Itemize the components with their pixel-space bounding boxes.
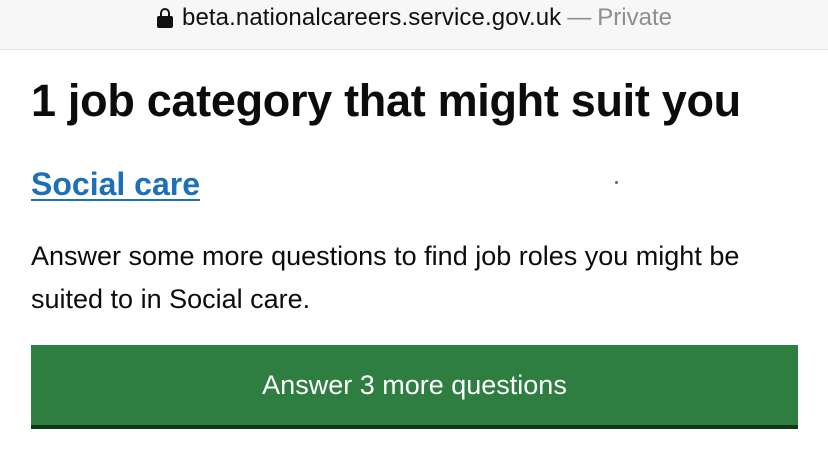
- category-description: Answer some more questions to find job r…: [31, 241, 740, 314]
- address-bar[interactable]: beta.nationalcareers.service.gov.uk — Pr…: [0, 0, 828, 50]
- category-link-social-care[interactable]: Social care: [31, 164, 200, 204]
- url-domain: beta.nationalcareers.service.gov.uk: [182, 4, 562, 31]
- page-title: 1 job category that might suit you: [31, 75, 741, 126]
- private-mode-label: Private: [597, 4, 672, 31]
- decorative-dot: [615, 181, 618, 184]
- url-separator: —: [567, 4, 592, 31]
- answer-more-questions-button[interactable]: Answer 3 more questions: [31, 345, 798, 425]
- lock-icon: [156, 7, 174, 29]
- address-bar-content[interactable]: beta.nationalcareers.service.gov.uk — Pr…: [156, 4, 672, 32]
